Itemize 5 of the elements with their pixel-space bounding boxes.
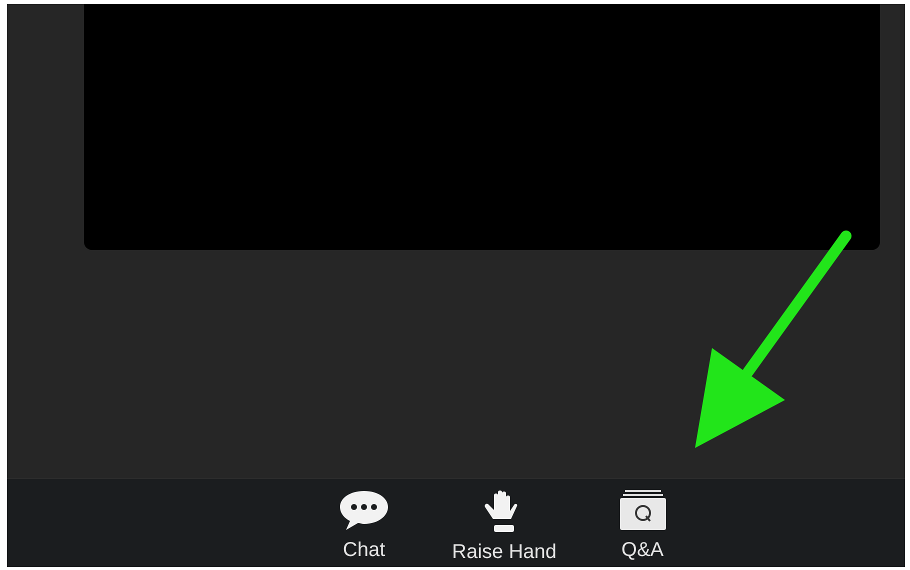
qa-button[interactable]: Q&A [618,479,667,561]
chat-button[interactable]: Chat [338,479,390,561]
qa-card-icon [618,489,667,531]
chat-bubble-icon [338,489,390,531]
raise-hand-button[interactable]: Raise Hand [452,479,557,563]
